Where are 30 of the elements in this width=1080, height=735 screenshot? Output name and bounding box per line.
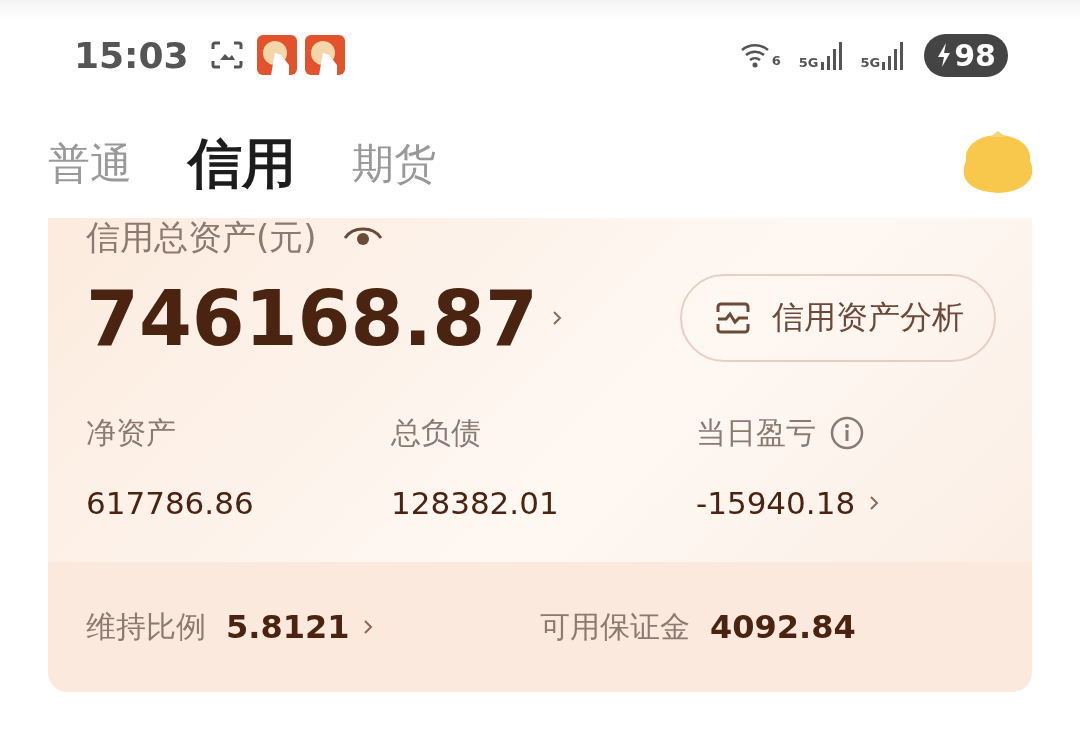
screenshot-icon bbox=[210, 41, 243, 69]
tab[interactable]: 信用 bbox=[188, 127, 296, 201]
signal-icon bbox=[882, 40, 905, 70]
footer-label: 可用保证金 bbox=[540, 607, 690, 646]
analysis-button[interactable]: 信用资产分析 bbox=[680, 274, 996, 362]
stat-label: 净资产 bbox=[86, 413, 176, 452]
footer-label: 维持比例 bbox=[86, 607, 206, 646]
stat-label: 总负债 bbox=[391, 413, 481, 452]
status-time: 15:03 bbox=[74, 34, 189, 76]
wifi-label: 6 bbox=[771, 53, 781, 68]
signal-icon bbox=[820, 40, 843, 70]
stat-label: 当日盈亏 bbox=[696, 413, 816, 452]
total-assets[interactable]: 746168.87 bbox=[86, 273, 538, 363]
stat-value[interactable]: -15940.18 bbox=[696, 485, 856, 521]
app-icon bbox=[304, 35, 345, 75]
stat-value: 617786.86 bbox=[86, 485, 254, 521]
wifi-icon bbox=[739, 42, 770, 68]
stat-value: 128382.01 bbox=[391, 485, 559, 521]
chart-icon bbox=[716, 302, 750, 334]
info-icon[interactable] bbox=[830, 416, 864, 450]
card-title: 信用总资产(元) bbox=[86, 218, 317, 259]
footer-value: 4092.84 bbox=[710, 608, 856, 646]
network-label: 5G bbox=[860, 55, 881, 70]
chevron-icon bbox=[869, 495, 880, 511]
footer-value[interactable]: 5.8121 bbox=[226, 608, 350, 646]
network-label: 5G bbox=[798, 55, 819, 70]
battery-indicator: 98 bbox=[924, 33, 1008, 77]
chevron-icon bbox=[363, 619, 374, 635]
chevron-icon bbox=[551, 310, 562, 326]
app-icon bbox=[256, 35, 297, 75]
